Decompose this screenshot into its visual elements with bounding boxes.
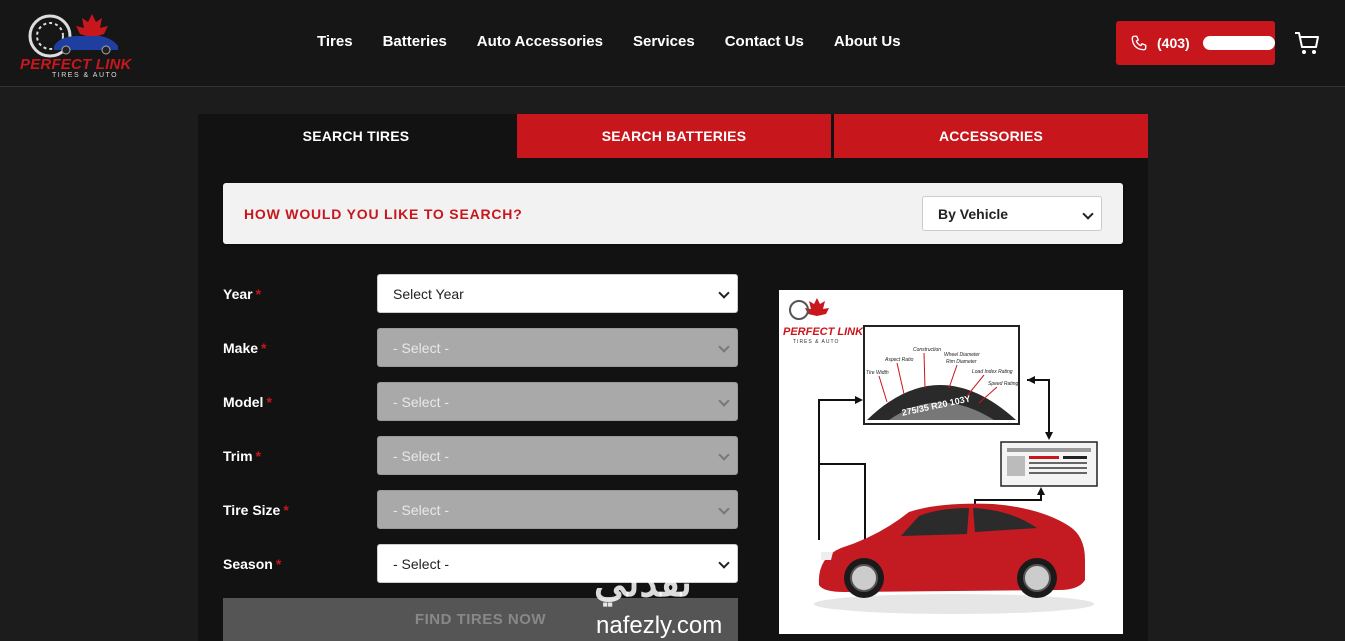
nav-auto-accessories[interactable]: Auto Accessories — [477, 33, 603, 50]
season-label: Season * — [223, 556, 282, 572]
chevron-down-icon — [718, 287, 730, 299]
watermark-latin: nafezly.com — [596, 612, 723, 639]
tire-info-diagram: PERFECT LINK TIRES & AUTO 275/35 R20 103… — [779, 290, 1123, 634]
logo-brand: PERFECT LINK — [20, 56, 132, 73]
chevron-down-icon — [718, 395, 730, 407]
tab-search-batteries[interactable]: SEARCH BATTERIES — [517, 114, 831, 158]
watermark-arabic: نفذلي — [594, 561, 692, 605]
diagram-brand: PERFECT LINK — [783, 326, 864, 338]
model-label: Model * — [223, 394, 272, 410]
nav-about-us[interactable]: About Us — [834, 33, 901, 50]
chevron-down-icon — [718, 503, 730, 515]
search-mode-value: By Vehicle — [938, 206, 1009, 222]
trim-select[interactable]: - Select - — [377, 436, 738, 475]
make-label: Make * — [223, 340, 267, 356]
main-nav: Tires Batteries Auto Accessories Service… — [317, 33, 931, 50]
nav-services[interactable]: Services — [633, 33, 695, 50]
site-logo[interactable]: PERFECT LINK TIRES & AUTO — [20, 8, 138, 82]
year-select[interactable]: Select Year — [377, 274, 738, 313]
logo-sub: TIRES & AUTO — [52, 72, 119, 79]
model-select[interactable]: - Select - — [377, 382, 738, 421]
tire-diagram-illustration: PERFECT LINK TIRES & AUTO 275/35 R20 103… — [783, 298, 1098, 614]
phone-button[interactable]: (403) — [1116, 21, 1275, 65]
phone-redaction — [1202, 36, 1275, 50]
chevron-down-icon — [718, 341, 730, 353]
diagram-label-construction: Construction — [913, 347, 941, 353]
trim-value: - Select - — [393, 448, 450, 464]
search-mode-select[interactable]: By Vehicle — [922, 196, 1102, 231]
diagram-label-speed-rating: Speed Rating — [988, 381, 1019, 387]
diagram-label-rim-diameter: Rim Diameter — [946, 359, 977, 365]
make-value: - Select - — [393, 340, 450, 356]
tire-size-select[interactable]: - Select - — [377, 490, 738, 529]
tab-accessories[interactable]: ACCESSORIES — [834, 114, 1148, 158]
chevron-down-icon — [1082, 208, 1094, 220]
diagram-label-load-index: Load Index Rating — [972, 369, 1013, 375]
diagram-sub: TIRES & AUTO — [793, 339, 839, 345]
diagram-label-tire-width: Tire Width — [866, 370, 889, 376]
diagram-label-aspect-ratio: Aspect Ratio — [884, 357, 914, 363]
search-mode-bar: HOW WOULD YOU LIKE TO SEARCH? By Vehicle — [223, 183, 1123, 244]
tire-size-label: Tire Size * — [223, 502, 289, 518]
site-header: PERFECT LINK TIRES & AUTO Tires Batterie… — [0, 0, 1345, 87]
season-value: - Select - — [393, 556, 450, 572]
model-value: - Select - — [393, 394, 450, 410]
diagram-label-wheel-diameter: Wheel Diameter — [944, 352, 980, 358]
cart-icon[interactable] — [1294, 30, 1320, 56]
year-label: Year * — [223, 286, 262, 302]
nav-tires[interactable]: Tires — [317, 33, 353, 50]
phone-icon — [1131, 35, 1147, 51]
nav-contact-us[interactable]: Contact Us — [725, 33, 804, 50]
nav-batteries[interactable]: Batteries — [383, 33, 447, 50]
tab-search-tires[interactable]: SEARCH TIRES — [198, 114, 514, 158]
search-mode-question: HOW WOULD YOU LIKE TO SEARCH? — [244, 206, 523, 222]
make-select[interactable]: - Select - — [377, 328, 738, 367]
phone-number: (403) — [1157, 35, 1190, 51]
tire-size-value: - Select - — [393, 502, 450, 518]
trim-label: Trim * — [223, 448, 262, 464]
chevron-down-icon — [718, 449, 730, 461]
chevron-down-icon — [718, 557, 730, 569]
search-tabs: SEARCH TIRES SEARCH BATTERIES ACCESSORIE… — [198, 114, 1148, 158]
logo-emblem — [28, 14, 118, 58]
year-value: Select Year — [393, 286, 464, 302]
